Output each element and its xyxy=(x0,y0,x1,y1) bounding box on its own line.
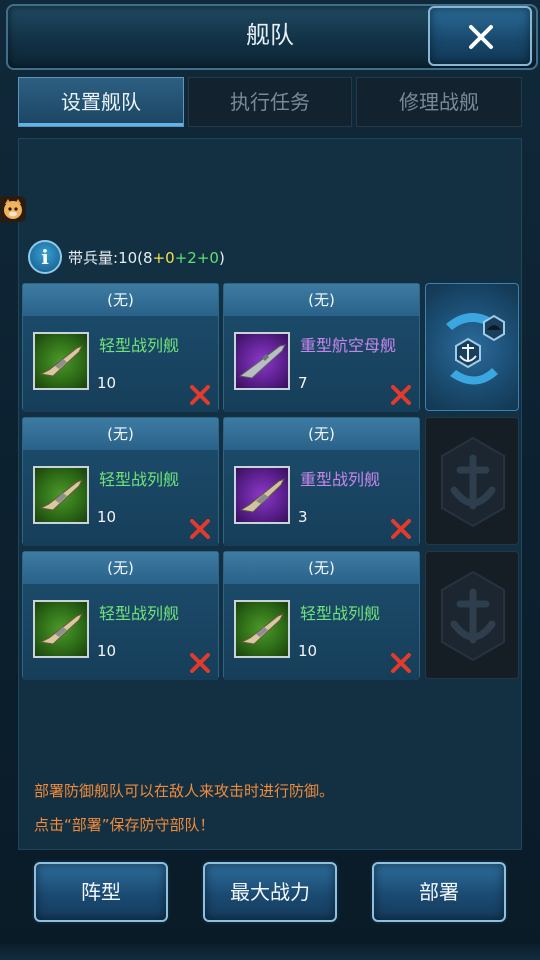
troop-total: 10 xyxy=(118,249,138,267)
commander-label: (无) xyxy=(224,418,419,450)
tip-line-1: 部署防御舰队可以在敌人来攻击时进行防御。 xyxy=(34,782,335,800)
fleet-1-ship-slot-2[interactable]: (无) 重型航空母舰 7 xyxy=(223,283,420,412)
anchor-admiral-icon xyxy=(446,313,505,385)
ship-count: 10 xyxy=(298,642,318,660)
ship-name: 轻型战列舰 xyxy=(99,336,180,355)
ship-name: 轻型战列舰 xyxy=(99,604,180,623)
remove-ship-icon[interactable] xyxy=(189,518,211,540)
remove-ship-icon[interactable] xyxy=(189,384,211,406)
fleet-3-formation-slot[interactable] xyxy=(425,551,519,679)
troop-part-d: 0 xyxy=(209,249,219,267)
max-power-button[interactable]: 最大战力 xyxy=(203,862,337,922)
light-battleship-icon xyxy=(234,600,290,658)
fleet-3-ship-slot-2[interactable]: (无) 轻型战列舰 10 xyxy=(223,551,420,680)
troop-plus-3: + xyxy=(196,249,210,267)
cat-avatar-icon xyxy=(4,199,22,219)
fleet-1-formation-slot[interactable] xyxy=(425,283,519,411)
anchor-icon xyxy=(441,436,505,528)
ship-count: 10 xyxy=(97,642,117,660)
light-battleship-icon xyxy=(33,332,89,390)
ship-count: 3 xyxy=(298,508,308,526)
close-icon xyxy=(469,25,493,49)
fleet-2-ship-slot-2[interactable]: (无) 重型战列舰 3 xyxy=(223,417,420,546)
formation-button[interactable]: 阵型 xyxy=(34,862,168,922)
side-avatar[interactable] xyxy=(0,196,26,222)
remove-ship-icon[interactable] xyxy=(189,652,211,674)
heavy-battleship-icon xyxy=(234,466,290,524)
commander-label: (无) xyxy=(23,552,218,584)
commander-label: (无) xyxy=(23,284,218,316)
troop-plus-1: + xyxy=(152,249,166,267)
troop-part-b: 0 xyxy=(165,249,175,267)
ship-name: 轻型战列舰 xyxy=(300,604,381,623)
tab-repair-ships[interactable]: 修理战舰 xyxy=(356,77,522,127)
close-button[interactable] xyxy=(428,6,532,66)
troop-part-a: 8 xyxy=(143,249,153,267)
remove-ship-icon[interactable] xyxy=(390,384,412,406)
fleet-1-ship-slot-1[interactable]: (无) 轻型战列舰 10 xyxy=(22,283,219,412)
deploy-button[interactable]: 部署 xyxy=(372,862,506,922)
ship-name: 轻型战列舰 xyxy=(99,470,180,489)
commander-label: (无) xyxy=(224,552,419,584)
troop-part-c: 2 xyxy=(187,249,197,267)
commander-label: (无) xyxy=(224,284,419,316)
heavy-carrier-icon xyxy=(234,332,290,390)
ship-count: 10 xyxy=(97,374,117,392)
fleet-2-ship-slot-1[interactable]: (无) 轻型战列舰 10 xyxy=(22,417,219,546)
tab-setup-fleet[interactable]: 设置舰队 xyxy=(18,77,184,127)
ship-name: 重型航空母舰 xyxy=(300,336,397,355)
remove-ship-icon[interactable] xyxy=(390,652,412,674)
bottom-strip xyxy=(0,944,540,960)
troop-capacity-text: 带兵量:10(8+0+2+0) xyxy=(68,247,225,268)
troop-paren-close: ) xyxy=(218,249,225,267)
tip-line-2: 点击“部署”保存防守部队！ xyxy=(34,816,215,834)
fleet-2-formation-slot[interactable] xyxy=(425,417,519,545)
remove-ship-icon[interactable] xyxy=(390,518,412,540)
ship-count: 10 xyxy=(97,508,117,526)
troop-capacity-label: 带兵量: xyxy=(68,249,119,267)
troop-plus-2: + xyxy=(174,249,188,267)
ship-name: 重型战列舰 xyxy=(300,470,381,489)
light-battleship-icon xyxy=(33,466,89,524)
ship-count: 7 xyxy=(298,374,308,392)
fleet-3-ship-slot-1[interactable]: (无) 轻型战列舰 10 xyxy=(22,551,219,680)
info-icon[interactable]: i xyxy=(28,240,62,274)
tab-execute-mission[interactable]: 执行任务 xyxy=(188,77,352,127)
anchor-icon xyxy=(441,570,505,662)
commander-label: (无) xyxy=(23,418,218,450)
light-battleship-icon xyxy=(33,600,89,658)
